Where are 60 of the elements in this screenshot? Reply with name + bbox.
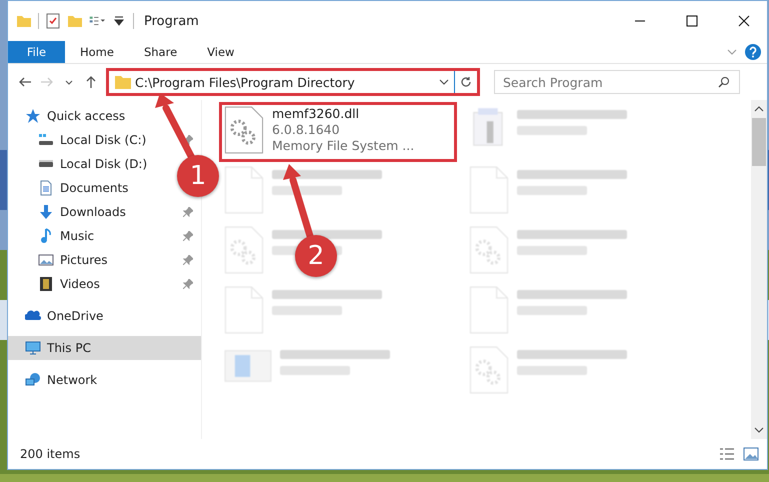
sidebar-item[interactable]: This PC [8,336,201,360]
pin-icon[interactable] [183,207,193,217]
picture-icon [38,252,54,268]
search-field[interactable]: Search Program [494,70,740,94]
blurred-text [517,306,587,315]
music-note-icon [38,228,54,244]
pin-icon[interactable] [183,135,193,145]
blurred-text [272,186,342,195]
close-icon[interactable] [738,15,750,27]
sidebar-item[interactable]: Downloads [8,200,130,224]
file-item[interactable]: memf3260.dll 6.0.8.1640 Memory File System ... [220,103,456,161]
blurred-text [272,306,342,315]
sidebar-item[interactable]: Pictures [8,248,112,272]
blurred-text [517,186,587,195]
details-view-icon[interactable] [719,447,735,461]
sidebar-item[interactable]: OneDrive [8,304,108,328]
sidebar-item[interactable]: Local Disk (C:) [8,128,150,152]
sidebar-item[interactable]: Quick access [8,104,130,128]
pin-icon[interactable] [183,231,193,241]
item-count: 200 items [20,447,80,461]
refresh-icon[interactable] [460,76,472,88]
ribbon-tab[interactable]: View [192,41,250,63]
folder-icon [115,75,131,89]
network-icon [25,372,41,388]
large-icons-view-icon[interactable] [743,447,759,461]
gears-file-icon [224,106,264,154]
up-caret-icon[interactable] [754,105,764,113]
sidebar-item[interactable]: Network [8,368,102,392]
back-icon[interactable] [18,75,32,89]
file-tab[interactable]: File [8,41,65,63]
pin-icon[interactable] [183,255,193,265]
star-icon [25,108,41,124]
computer-icon [25,340,41,356]
help-icon[interactable] [745,44,761,60]
address-bar[interactable]: C:\Program Files\Program Directory [108,70,478,94]
down-caret-icon[interactable] [754,426,764,434]
blurred-text [517,366,587,375]
search-icon[interactable] [718,76,730,88]
sidebar-item[interactable]: Music [8,224,98,248]
scroll-thumb[interactable] [752,118,766,166]
sidebar-item[interactable]: Local Disk (D:) [8,152,152,176]
caret-icon[interactable] [439,78,449,86]
blurred-text [517,246,587,255]
up-icon[interactable] [84,75,98,89]
window-title: Program [144,14,199,28]
properties-icon[interactable] [45,13,61,29]
blurred-text [280,366,350,375]
blurred-text [517,126,587,135]
ribbon-tab[interactable]: Share [128,41,192,63]
sidebar-item[interactable]: Videos [8,272,104,296]
pin-icon[interactable] [183,279,193,289]
drive-icon [38,132,54,148]
film-icon [38,276,54,292]
ribbon-tab[interactable]: Home [65,41,129,63]
document-icon [38,180,54,196]
sidebar-item[interactable]: Documents [8,176,132,200]
chevron-icon[interactable] [727,48,737,56]
maximize-icon[interactable] [686,15,698,27]
scrollbar[interactable] [751,100,767,439]
download-icon [38,204,54,220]
